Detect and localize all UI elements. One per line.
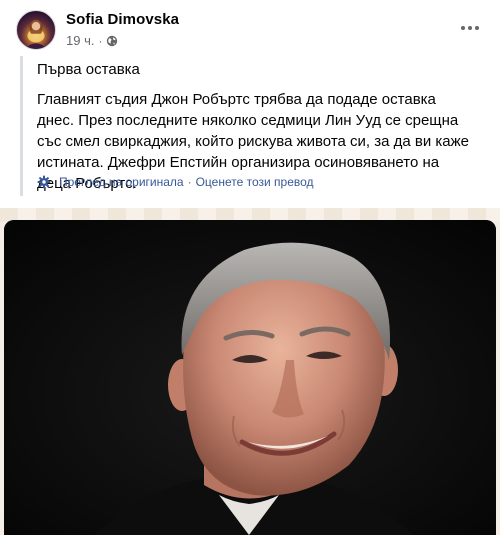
avatar-image (24, 19, 48, 49)
more-dots-icon (461, 26, 465, 30)
translated-text-block: Първа оставка Главният съдия Джон Робърт… (20, 56, 476, 196)
avatar[interactable] (16, 10, 56, 50)
translation-title: Първа оставка (37, 61, 140, 78)
globe-icon[interactable] (106, 35, 118, 47)
more-dots-icon (475, 26, 479, 30)
post-photo[interactable] (4, 220, 496, 535)
post-meta: 19 ч. · (66, 33, 118, 48)
more-dots-icon (468, 26, 472, 30)
see-original-link[interactable]: Преглед на оригинала (59, 175, 184, 189)
portrait-image (4, 220, 496, 535)
author-name[interactable]: Sofia Dimovska (66, 11, 179, 28)
translation-footer: Преглед на оригинала · Оценете този прев… (37, 175, 314, 189)
rate-translation-link[interactable]: Оценете този превод (196, 175, 314, 189)
more-options-button[interactable] (454, 12, 486, 44)
meta-separator: · (98, 33, 103, 48)
facebook-post: Sofia Dimovska 19 ч. · Първа оставка Гла… (0, 0, 500, 535)
post-time[interactable]: 19 ч. (66, 33, 94, 48)
post-header: Sofia Dimovska 19 ч. · (14, 10, 486, 52)
post-media (0, 208, 500, 535)
footer-separator: · (187, 175, 192, 189)
gear-icon[interactable] (37, 175, 51, 189)
